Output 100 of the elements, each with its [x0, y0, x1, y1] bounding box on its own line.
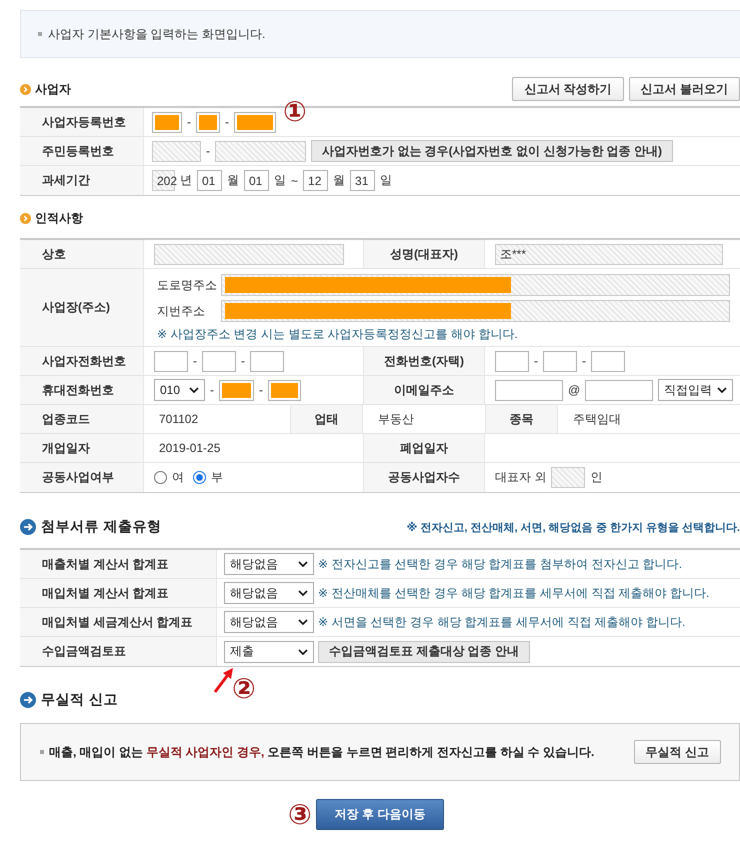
field-text: -	[225, 115, 229, 129]
select-field[interactable]: 직접입력	[658, 379, 734, 401]
input-field[interactable]: 01	[244, 170, 269, 191]
input-field[interactable]	[152, 112, 182, 132]
section-title: 인적사항	[35, 210, 83, 226]
no-record-button[interactable]: 무실적 신고	[634, 740, 721, 764]
field-text: 인	[590, 469, 602, 486]
field-label: 성명(대표자)	[390, 246, 458, 262]
field-label: 주민등록번호	[42, 142, 114, 160]
chevron-down-icon	[298, 561, 308, 567]
chevron-down-icon	[717, 387, 728, 393]
save-button[interactable]: 저장 후 다음이동	[316, 799, 444, 830]
field-text: -	[241, 354, 245, 368]
field-text: 일	[274, 172, 286, 189]
guide-button[interactable]: 수입금액검토표 제출대상 업종 안내	[318, 640, 530, 662]
input-field[interactable]	[196, 112, 220, 132]
field-label: 공동사업자수	[388, 469, 460, 486]
field-value: 701102	[159, 412, 198, 426]
chevron-down-icon	[298, 619, 308, 625]
field-value: 주택임대	[573, 410, 621, 428]
field-label: 공동사업여부	[42, 469, 114, 486]
input-field[interactable]	[268, 380, 301, 400]
field-label: 업종코드	[42, 410, 90, 428]
field-text: @	[568, 383, 580, 397]
field-label: 매입처별 계산서 합계표	[42, 584, 169, 602]
radio-button[interactable]	[193, 471, 206, 484]
input-field[interactable]	[219, 380, 254, 400]
field-label: 사업자등록번호	[42, 114, 126, 130]
step-number: ②	[232, 675, 256, 703]
select-field[interactable]: 해당없음	[224, 553, 314, 575]
field-label: 사업자전화번호	[42, 352, 126, 370]
input-field[interactable]: 12	[303, 170, 328, 191]
form-button[interactable]: 신고서 불러오기	[628, 77, 740, 101]
input-field[interactable]	[154, 350, 188, 372]
step-number: ①	[283, 98, 307, 126]
radio-label[interactable]: 부	[211, 469, 223, 486]
bullet-icon	[38, 32, 42, 36]
field-label: 종목	[510, 410, 534, 428]
field-text: -	[582, 354, 586, 368]
arrow-circle-icon	[20, 692, 36, 708]
field-text: ~	[291, 174, 298, 188]
input-field[interactable]: 31	[350, 170, 376, 191]
field-text: 일	[380, 172, 392, 189]
hint-text: ※ 전산매체를 선택한 경우 해당 합계표를 세무서에 직접 제출해야 합니다.	[318, 584, 710, 602]
field-text: 대표자 외	[495, 469, 546, 486]
no-record-message: 매출, 매입이 없는 무실적 사업자인 경우, 오른쪽 버튼을 누르면 편리하게 전자신고를 하실 수 있습니다.	[49, 744, 594, 760]
field-text: -	[193, 354, 197, 368]
field-value: 2019-01-25	[159, 441, 220, 455]
field-label: 과세기간	[42, 172, 90, 189]
field-text: -	[534, 354, 538, 368]
field-text: -	[187, 115, 191, 129]
hint-text: ※ 사업장주소 변경 시는 별도로 사업자등록정정신고를 해야 합니다.	[157, 326, 519, 343]
section-title: 첨부서류 제출유형	[41, 518, 162, 536]
select-field[interactable]: 제출	[224, 640, 314, 662]
input-field[interactable]	[543, 350, 577, 372]
hint-text: ※ 서면을 선택한 경우 해당 합계표를 세무서에 직접 제출해야 합니다.	[318, 614, 686, 630]
field-value: 부동산	[378, 410, 414, 428]
arrow-circle-icon	[20, 519, 36, 535]
hint-text: ※ 전자신고, 전산매체, 서면, 해당없음 중 한가지 유형을 선택합니다.	[406, 520, 740, 534]
input-field[interactable]	[585, 380, 654, 400]
field-text: -	[206, 144, 210, 158]
input-field[interactable]	[234, 112, 276, 132]
input-field[interactable]	[591, 350, 625, 372]
input-field[interactable]	[202, 350, 236, 372]
address-label: 도로명주소	[157, 276, 218, 294]
field-label: 수입금액검토표	[42, 643, 126, 660]
field-label: 폐업일자	[400, 440, 448, 456]
section-title: 무실적 신고	[41, 691, 118, 709]
chevron-down-icon	[189, 387, 199, 393]
field-label: 개업일자	[42, 440, 90, 456]
field-label: 매출처별 계산서 합계표	[42, 556, 169, 572]
field-text: 월	[333, 172, 346, 189]
input-field[interactable]	[250, 350, 284, 372]
field-label: 상호	[42, 246, 66, 262]
notice-text: 사업자 기본사항을 입력하는 화면입니다.	[48, 26, 266, 42]
chevron-circle-icon	[20, 84, 31, 94]
chevron-circle-icon	[20, 212, 31, 224]
input-field[interactable]: 01	[197, 170, 222, 191]
select-field[interactable]: 해당없음	[224, 582, 314, 604]
input-field[interactable]	[495, 350, 529, 372]
field-label: 이메일주소	[394, 382, 454, 398]
select-field[interactable]: 010	[154, 379, 205, 401]
chevron-down-icon	[298, 590, 308, 596]
input-field[interactable]	[495, 380, 563, 400]
address-label: 지번주소	[157, 302, 206, 320]
form-button[interactable]: 신고서 작성하기	[512, 77, 624, 101]
section-title: 사업자	[35, 80, 71, 98]
guide-button[interactable]: 사업자번호가 없는 경우(사업자번호 없이 신청가능한 업종 안내)	[311, 140, 673, 162]
field-text: 월	[227, 172, 239, 189]
field-label: 매입처별 세금계산서 합계표	[42, 614, 193, 630]
field-text: 년	[180, 172, 192, 189]
radio-label[interactable]: 여	[172, 469, 184, 486]
step-number: ③	[288, 801, 312, 829]
radio-button[interactable]	[154, 471, 167, 484]
select-field[interactable]: 해당없음	[224, 611, 314, 633]
field-text: -	[210, 383, 214, 397]
field-label: 업태	[314, 410, 338, 428]
field-label: 휴대전화번호	[42, 382, 114, 398]
field-text: -	[259, 383, 263, 397]
field-label: 전화번호(자택)	[384, 352, 464, 370]
